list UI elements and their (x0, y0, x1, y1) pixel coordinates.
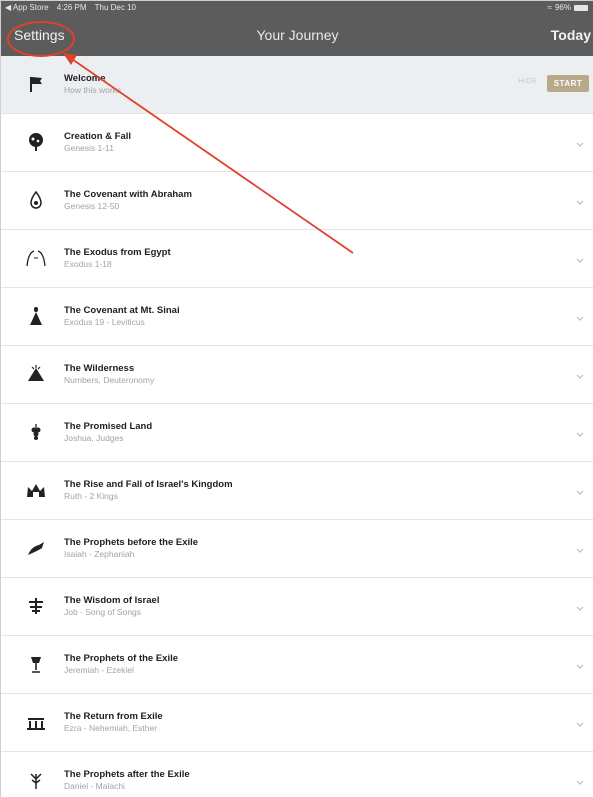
status-bar: ◀ App Store 4:26 PM Thu Dec 10 ≈ 96% (1, 1, 593, 14)
wifi-icon: ≈ (547, 3, 552, 12)
tree-icon (25, 131, 47, 153)
chevron-down-icon[interactable] (575, 600, 585, 611)
chevron-down-icon[interactable] (575, 252, 585, 263)
tablets-icon (25, 305, 47, 327)
welcome-row[interactable]: Welcome How this works HIDE START (1, 56, 593, 114)
crown-icon (25, 479, 47, 501)
grapes-icon (25, 421, 47, 443)
journey-row[interactable]: The Promised Land Joshua, Judges (1, 404, 593, 462)
battery-icon (574, 4, 588, 11)
chevron-down-icon[interactable] (575, 426, 585, 437)
journey-row-subtitle: Genesis 12-50 (64, 201, 120, 211)
journey-row-title: The Covenant at Mt. Sinai (64, 305, 180, 316)
journey-row-title: The Rise and Fall of Israel's Kingdom (64, 479, 233, 490)
journey-row-title: The Prophets after the Exile (64, 769, 190, 780)
journey-row-subtitle: Joshua, Judges (64, 433, 124, 443)
chevron-down-icon[interactable] (575, 136, 585, 147)
chevron-down-icon[interactable] (575, 484, 585, 495)
journey-row-subtitle: Job - Song of Songs (64, 607, 142, 617)
temple-icon (25, 711, 47, 733)
lamp-icon (25, 595, 47, 617)
back-to-app-link[interactable]: ◀ App Store (5, 3, 49, 12)
journey-row-title: The Prophets of the Exile (64, 653, 179, 664)
prophet-icon (25, 537, 47, 559)
journey-row-title: The Return from Exile (64, 711, 163, 722)
journey-row-subtitle: Daniel - Malachi (64, 781, 125, 791)
journey-row[interactable]: The Prophets after the Exile Daniel - Mal… (1, 752, 593, 797)
journey-row[interactable]: The Covenant with Abraham Genesis 12-50 (1, 172, 593, 230)
journey-row-subtitle: Genesis 1-11 (64, 143, 114, 153)
journey-row-subtitle: Isaiah - Zephaniah (64, 549, 135, 559)
cup-icon (25, 653, 47, 675)
status-date: Thu Dec 10 (94, 3, 136, 12)
journey-row-title: The Exodus from Egypt (64, 247, 171, 258)
journey-row[interactable]: The Prophets before the Exile Isaiah - Ze… (1, 520, 593, 578)
status-time: 4:26 PM (56, 3, 87, 12)
journey-row[interactable]: The Exodus from Egypt Exodus 1-18 (1, 230, 593, 288)
chevron-down-icon[interactable] (575, 774, 585, 785)
journey-row-title: The Covenant with Abraham (64, 189, 192, 200)
sea-icon (25, 247, 47, 269)
journey-row-title: The Promised Land (64, 421, 153, 432)
journey-list: Welcome How this works HIDE START Creati… (1, 56, 593, 797)
star-icon (25, 189, 47, 211)
journey-row-subtitle: Exodus 19 - Leviticus (64, 317, 145, 327)
journey-row[interactable]: The Covenant at Mt. Sinai Exodus 19 - Lev… (1, 288, 593, 346)
start-button[interactable]: START (547, 75, 589, 92)
journey-row[interactable]: The Wisdom of Israel Job - Song of Songs (1, 578, 593, 636)
today-button[interactable]: Today (551, 27, 591, 43)
journey-row[interactable]: Creation & Fall Genesis 1-11 (1, 114, 593, 172)
journey-row-title: The Prophets before the Exile (64, 537, 199, 548)
navigation-bar: Settings Your Journey Today (1, 14, 593, 56)
app-frame: ◀ App Store 4:26 PM Thu Dec 10 ≈ 96% Set… (0, 0, 593, 797)
chevron-down-icon[interactable] (575, 310, 585, 321)
journey-row-subtitle: Jeremiah - Ezekiel (64, 665, 134, 675)
journey-row-title: The Wisdom of Israel (64, 595, 160, 606)
journey-row-subtitle: Exodus 1-18 (64, 259, 112, 269)
chevron-down-icon[interactable] (575, 542, 585, 553)
journey-row[interactable]: The Prophets of the Exile Jeremiah - Ezek… (1, 636, 593, 694)
page-title: Your Journey (256, 27, 339, 43)
journey-row-title: Creation & Fall (64, 131, 132, 142)
tent-icon (25, 363, 47, 385)
welcome-subtitle: How this works (64, 85, 122, 95)
chevron-down-icon[interactable] (575, 658, 585, 669)
journey-row[interactable]: The Return from Exile Ezra - Nehemiah, Es… (1, 694, 593, 752)
battery-percent: 96% (554, 3, 571, 12)
hide-button[interactable]: HIDE (518, 78, 537, 85)
journey-row-subtitle: Ruth - 2 Kings (64, 491, 118, 501)
branch-icon (25, 769, 47, 791)
chevron-down-icon[interactable] (575, 368, 585, 379)
chevron-down-icon[interactable] (575, 194, 585, 205)
chevron-down-icon[interactable] (575, 716, 585, 727)
journey-row[interactable]: The Rise and Fall of Israel's Kingdom Rut… (1, 462, 593, 520)
journey-row[interactable]: The Wilderness Numbers, Deuteronomy (1, 346, 593, 404)
welcome-title: Welcome (64, 73, 106, 84)
journey-row-subtitle: Ezra - Nehemiah, Esther (64, 723, 158, 733)
journey-row-subtitle: Numbers, Deuteronomy (64, 375, 155, 385)
flag-icon (25, 73, 47, 95)
journey-row-title: The Wilderness (64, 363, 135, 374)
